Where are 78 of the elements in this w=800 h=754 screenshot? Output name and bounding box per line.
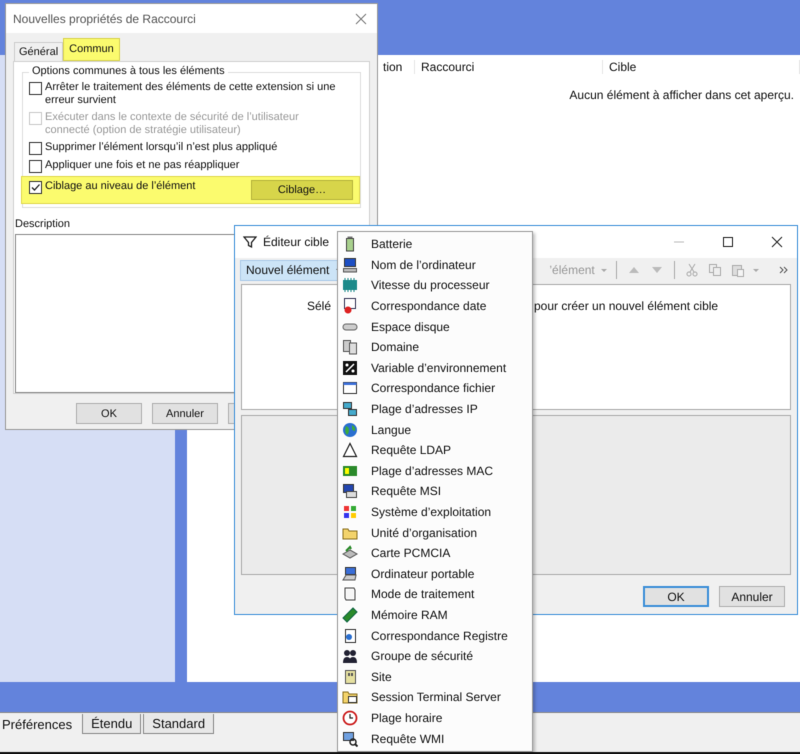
checkbox[interactable] (29, 142, 42, 155)
window-title: Nouvelles propriétés de Raccourci (13, 12, 197, 26)
computer-icon (342, 256, 358, 273)
window-icon (342, 380, 358, 396)
network-icon (342, 401, 358, 418)
checkbox[interactable] (29, 82, 42, 95)
laptop-icon (342, 566, 358, 582)
option-label: Arrêter le traitement des éléments de cette extension si une erreur survient (45, 81, 336, 107)
menu-item[interactable]: Session Terminal Server (338, 687, 532, 708)
server-icon (342, 339, 358, 356)
globe-icon (342, 422, 358, 438)
menu-item[interactable]: Requête LDAP (338, 440, 532, 461)
card-icon (342, 545, 358, 562)
computer-icon (342, 483, 358, 500)
menu-item[interactable]: Plage horaire (338, 708, 532, 728)
close-icon[interactable] (771, 236, 783, 248)
caret-icon (600, 268, 608, 272)
option-label: Appliquer une fois et ne pas réappliquer (45, 159, 240, 172)
menu-item[interactable]: Système d’exploitation (338, 502, 532, 522)
checkbox[interactable] (29, 181, 42, 194)
magnifier-icon (342, 730, 358, 747)
column-header[interactable]: Cible (603, 60, 800, 74)
menu-item[interactable]: Mémoire RAM (338, 604, 532, 626)
menu-item[interactable]: Requête WMI (338, 728, 532, 749)
menu-item[interactable]: Groupe de sécurité (338, 646, 532, 666)
column-header[interactable]: Raccourci (415, 60, 603, 74)
menu-item[interactable]: Correspondance fichier (338, 378, 532, 399)
menu-item[interactable]: Correspondance Registre (338, 625, 532, 646)
menu-item[interactable]: Site (338, 666, 532, 688)
menu-item[interactable]: Domaine (338, 336, 532, 358)
building-icon (342, 668, 358, 685)
flag-icon (342, 504, 358, 520)
sheet-tab[interactable]: Étendu (82, 714, 142, 734)
maximize-icon[interactable] (722, 236, 734, 248)
overflow-icon[interactable] (779, 266, 789, 274)
hint-text: pour créer un nouvel élément cible (534, 299, 718, 313)
calendar-icon (342, 298, 358, 314)
chip-icon (342, 277, 358, 294)
menu-item[interactable]: Espace disque (338, 316, 532, 337)
filter-icon (243, 235, 257, 249)
sheet-tab[interactable]: Standard (143, 714, 214, 734)
menu-item[interactable]: Mode de traitement (338, 584, 532, 605)
memory-icon (342, 606, 358, 623)
hint-text: Sélé (307, 299, 332, 313)
option-label: Ciblage au niveau de l’élément (45, 180, 196, 193)
menu-item[interactable]: Ordinateur portable (338, 564, 532, 584)
option-label: Exécuter dans le contexte de sécurité de l’utilisateur connecté (option de stratégie utilisateur) (45, 111, 300, 137)
dialog-button[interactable]: OK (643, 586, 709, 607)
menu-item[interactable]: Unité d’organisation (338, 522, 532, 543)
clock-icon (342, 710, 358, 726)
description-label: Description (15, 218, 72, 230)
empty-message: Aucun élément à afficher dans cet aperçu. (569, 88, 794, 102)
targeting-button[interactable]: Ciblage… (251, 180, 353, 200)
document-icon (342, 628, 358, 644)
menu-item[interactable]: Correspondance date (338, 296, 532, 316)
folder-icon (342, 689, 358, 706)
option-label: Supprimer l’élément lorsqu’il n’est plus appliqué (45, 141, 278, 154)
menu-item[interactable]: Carte PCMCIA (338, 542, 532, 564)
percent-icon (342, 360, 358, 376)
menu-item[interactable]: Variable d’environnement (338, 358, 532, 378)
dialog-button[interactable]: OK (76, 403, 142, 424)
document-icon (342, 586, 358, 602)
menu-item[interactable]: Langue (338, 419, 532, 440)
menu-item[interactable]: Requête MSI (338, 481, 532, 502)
triangle-icon (342, 442, 358, 458)
people-icon (342, 648, 358, 664)
dialog-button[interactable]: Annuler (719, 586, 785, 607)
menu-item[interactable]: Plage d’adresses IP (338, 398, 532, 420)
dialog-button[interactable]: Annuler (152, 403, 218, 424)
checkbox[interactable] (29, 160, 42, 173)
caret-icon (752, 268, 760, 272)
paste-icon[interactable] (730, 263, 745, 277)
group-title: Options communes à tous les éléments (29, 65, 228, 77)
menu-item[interactable]: Plage d’adresses MAC (338, 460, 532, 482)
menu-item[interactable]: Batterie (338, 234, 532, 255)
window-title: Éditeur cible (263, 235, 330, 249)
tab[interactable]: Commun (63, 38, 120, 61)
tab[interactable]: Général (14, 42, 64, 61)
